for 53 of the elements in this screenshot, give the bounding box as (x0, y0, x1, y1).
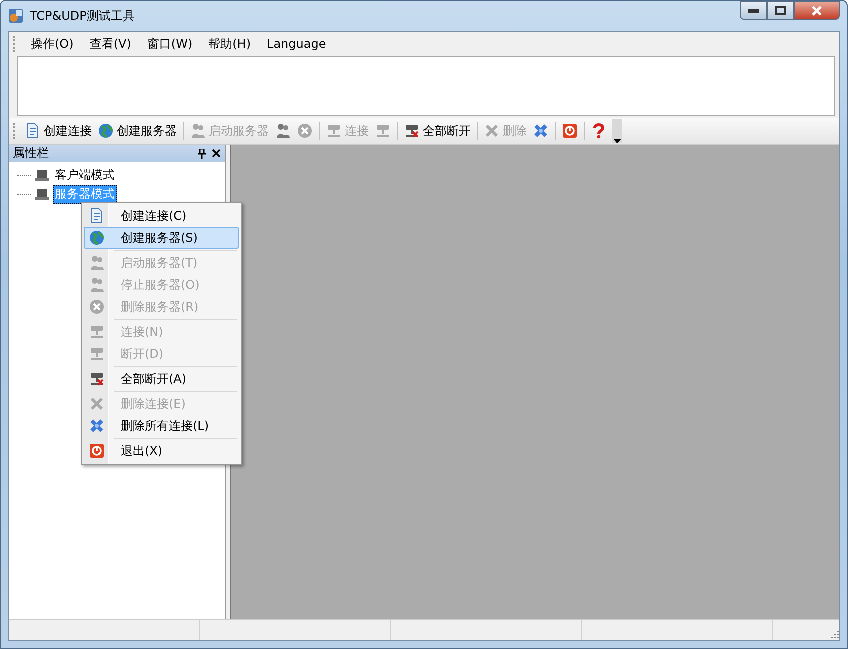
figure-icon (190, 123, 206, 139)
cross-icon (89, 418, 105, 434)
menu-item[interactable]: 窗口(W) (140, 34, 200, 54)
maximize-button[interactable] (767, 1, 794, 20)
x-circle-icon (297, 123, 313, 139)
power-icon (89, 443, 105, 459)
tree-item[interactable]: 客户端模式 (53, 166, 117, 185)
menu-item[interactable]: 退出(X) (84, 440, 239, 462)
close-button[interactable] (794, 1, 840, 20)
toolbar-button[interactable]: 全部断开 (401, 120, 474, 142)
menu-item[interactable]: 创建连接(C) (84, 205, 239, 227)
window-title: TCP&UDP测试工具 (30, 8, 136, 24)
computer-icon (35, 188, 49, 201)
help-icon (591, 123, 607, 139)
globe-icon (98, 123, 114, 139)
document-icon (25, 123, 41, 139)
network-icon (89, 346, 105, 362)
toolbar-button[interactable]: 创建服务器 (95, 120, 180, 142)
overflow-button[interactable] (612, 119, 622, 143)
menu-item[interactable]: 删除所有连接(L) (84, 415, 239, 437)
menu-item[interactable]: 操作(O) (24, 34, 81, 54)
cross-icon (89, 396, 105, 412)
menu-item[interactable]: 全部断开(A) (84, 368, 239, 390)
computer-icon (35, 169, 49, 182)
figure-icon (89, 277, 105, 293)
close-icon (811, 6, 823, 16)
globe-icon (89, 230, 105, 246)
document-icon (89, 208, 105, 224)
network-icon (89, 324, 105, 340)
menu-item[interactable]: 帮助(H) (202, 34, 258, 54)
menu-item[interactable]: Language (260, 35, 334, 53)
network-icon (404, 123, 420, 139)
close-icon[interactable] (212, 149, 221, 158)
menu-item[interactable]: 查看(V) (82, 34, 138, 54)
menu-item[interactable]: 创建服务器(S) (84, 227, 239, 249)
power-icon (562, 123, 578, 139)
resize-grip-icon[interactable] (829, 630, 839, 640)
minimize-icon (748, 8, 759, 12)
pin-icon[interactable] (198, 148, 206, 158)
network-icon (326, 123, 342, 139)
figure-icon (89, 255, 105, 271)
network-icon (375, 123, 391, 139)
x-circle-icon (89, 299, 105, 315)
app-icon (8, 8, 24, 24)
maximize-icon (775, 6, 786, 15)
caret-icon (614, 138, 620, 143)
cross-icon (484, 123, 500, 139)
toolbar-button[interactable]: 创建连接 (22, 120, 95, 142)
network-icon (89, 371, 105, 387)
figure-icon (275, 123, 291, 139)
cross-icon (533, 123, 549, 139)
panel-title: 属性栏 (13, 145, 50, 162)
minimize-button[interactable] (740, 1, 767, 20)
